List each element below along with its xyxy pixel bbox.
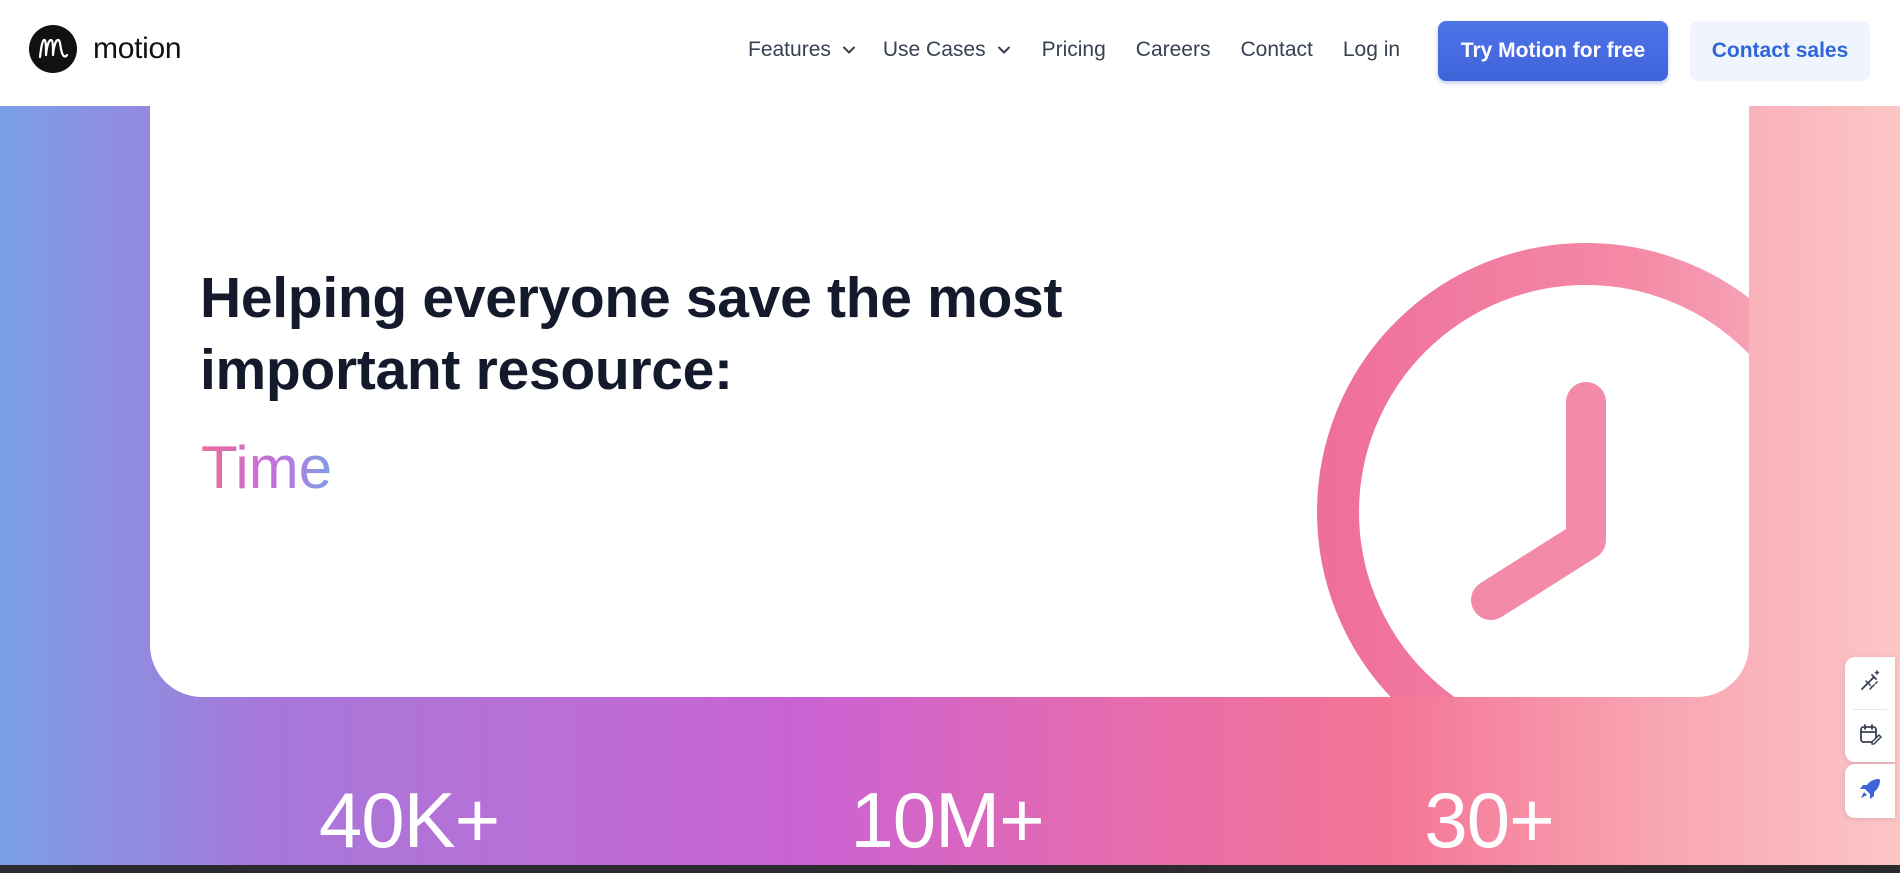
chevron-down-icon xyxy=(841,42,857,58)
motion-logo-icon xyxy=(29,24,77,73)
hero-section: Helping everyone save the most important… xyxy=(0,106,1900,867)
nav-use-cases-label: Use Cases xyxy=(882,38,986,61)
nav-contact[interactable]: Contact xyxy=(1240,38,1312,62)
stat-countries: 30+ xyxy=(1424,776,1554,864)
hero-card: Helping everyone save the most important… xyxy=(150,106,1749,697)
nav-login[interactable]: Log in xyxy=(1343,38,1400,62)
hero-highlight-word: Time xyxy=(201,432,332,504)
hero-headline-line2: important resource: xyxy=(200,338,733,402)
nav-features[interactable]: Features xyxy=(748,38,857,62)
hero-headline: Helping everyone save the most important… xyxy=(200,262,1200,406)
nav-links: Features Use Cases Pricing Careers Conta… xyxy=(748,30,1400,70)
rocket-icon xyxy=(1857,776,1883,807)
nav-pricing[interactable]: Pricing xyxy=(1042,38,1106,62)
calendar-edit-button[interactable] xyxy=(1845,710,1895,762)
chevron-down-icon xyxy=(996,42,1012,58)
clock-icon xyxy=(1317,243,1749,697)
try-motion-free-button[interactable]: Try Motion for free xyxy=(1438,21,1668,81)
side-toolbar xyxy=(1845,657,1895,762)
logo[interactable]: motion xyxy=(29,24,182,73)
hero-headline-line1: Helping everyone save the most xyxy=(200,266,1063,330)
bottom-edge xyxy=(0,865,1900,873)
stat-users: 40K+ xyxy=(318,776,500,864)
top-navigation: motion Features Use Cases Pricing Career… xyxy=(0,0,1900,106)
nav-use-cases[interactable]: Use Cases xyxy=(883,38,1012,62)
nav-careers[interactable]: Careers xyxy=(1136,38,1211,62)
rocket-button[interactable] xyxy=(1845,764,1895,818)
magic-wand-icon xyxy=(1858,669,1882,698)
contact-sales-button[interactable]: Contact sales xyxy=(1690,21,1870,81)
calendar-edit-icon xyxy=(1858,722,1882,751)
magic-wand-button[interactable] xyxy=(1845,657,1895,709)
stat-tasks: 10M+ xyxy=(850,776,1044,864)
nav-features-label: Features xyxy=(748,38,831,61)
logo-text: motion xyxy=(93,31,182,65)
